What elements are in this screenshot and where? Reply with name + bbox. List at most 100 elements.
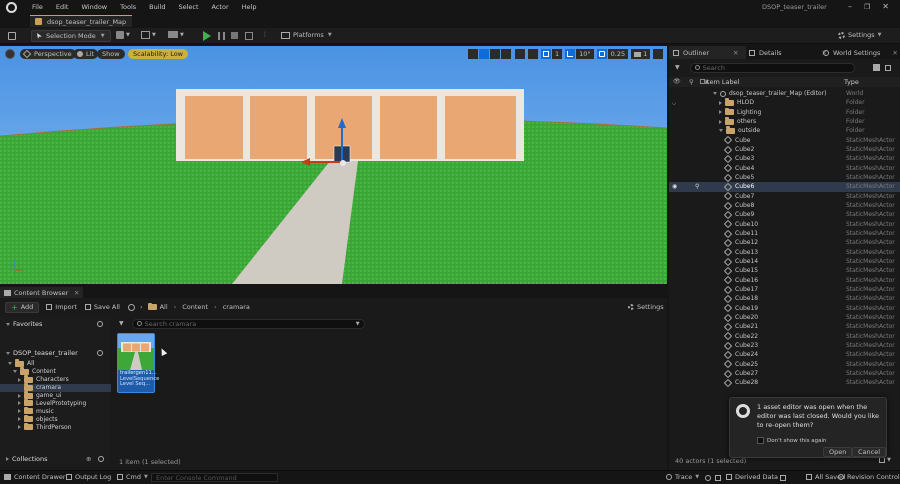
add-collection-icon[interactable]: ⊕ [86, 455, 91, 463]
favorites-section[interactable]: Favorites [0, 319, 111, 329]
asset-search-input[interactable]: Search cramara ▼ [131, 318, 365, 329]
outliner-row[interactable]: Cube17 StaticMeshActor [669, 285, 900, 294]
collections-section[interactable]: Collections ⊕ [0, 453, 111, 464]
maximize-icon[interactable]: ❐ [864, 3, 870, 11]
add-folder-icon[interactable] [872, 64, 880, 71]
record-icon[interactable] [705, 475, 711, 481]
outliner-row[interactable]: Cube28 StaticMeshActor [669, 378, 900, 388]
chevron-down-icon[interactable]: ▼ [356, 321, 360, 327]
menu-item-select[interactable]: Select [178, 3, 198, 11]
menu-item-help[interactable]: Help [242, 3, 257, 11]
cmd-dropdown[interactable]: Cmd ▼ [117, 473, 148, 481]
folder-tree-item[interactable]: music [0, 406, 111, 415]
visibility-toggle-icon[interactable]: ◉ [672, 183, 677, 190]
outliner-row[interactable]: Cube15 StaticMeshActor [669, 266, 900, 276]
outliner-row[interactable]: Cube20 StaticMeshActor [669, 313, 900, 322]
play-icon[interactable] [203, 31, 211, 41]
close-window-icon[interactable]: ✕ [882, 2, 889, 11]
add-actor-button[interactable]: ▼ [116, 31, 130, 39]
outliner-row[interactable]: others Folder [669, 117, 900, 126]
outliner-row[interactable]: Cube12 StaticMeshActor [669, 238, 900, 248]
level-tab[interactable]: dsop_teaser_trailer_Map [30, 15, 133, 27]
item-label-header[interactable]: Item Label [705, 78, 739, 86]
scale-tool-icon[interactable] [501, 49, 511, 59]
trace-button[interactable]: Trace ▼ [666, 473, 699, 481]
more-options-icon[interactable]: ⋮ [262, 31, 268, 38]
tab-outliner[interactable]: Outliner ✕ [669, 46, 746, 59]
folder-tree-item[interactable]: LevelPrototyping [0, 398, 111, 407]
tab-content-browser[interactable]: Content Browser ✕ [0, 287, 83, 298]
gizmo-pivot[interactable] [340, 160, 346, 166]
minimize-icon[interactable]: – [848, 2, 852, 11]
stop-icon[interactable] [231, 32, 238, 39]
chevron-down-icon[interactable] [8, 362, 12, 366]
outliner-row[interactable]: Cube9 StaticMeshActor [669, 210, 900, 220]
snapshot-icon[interactable] [715, 475, 721, 481]
breadcrumb-cramara[interactable]: cramara [223, 303, 250, 311]
project-section[interactable]: DSOP_teaser_trailer [0, 348, 111, 358]
chevron-right-icon[interactable] [18, 425, 21, 430]
pin-icon[interactable]: ⚲ [695, 183, 699, 190]
chevron-right-icon[interactable] [18, 377, 21, 382]
filter-icon[interactable]: ▼ [119, 320, 124, 327]
chevron-down-icon[interactable] [719, 129, 723, 133]
search-icon[interactable] [98, 455, 104, 462]
viewport-menu-icon[interactable] [5, 49, 15, 59]
perspective-button[interactable]: Perspective [20, 49, 76, 59]
import-button[interactable]: Import [46, 303, 77, 311]
menu-item-actor[interactable]: Actor [212, 3, 229, 11]
skip-icon[interactable] [218, 32, 225, 40]
show-button[interactable]: Show [97, 49, 125, 59]
menu-item-edit[interactable]: Edit [56, 3, 69, 11]
angle-snap-toggle[interactable] [565, 49, 576, 59]
outliner-row[interactable]: Cube25 StaticMeshActor [669, 359, 900, 369]
type-header[interactable]: Type [844, 78, 859, 86]
outliner-row[interactable]: Cube24 StaticMeshActor [669, 350, 900, 360]
outliner-row[interactable]: Cube11 StaticMeshActor [669, 229, 900, 238]
folder-tree-item[interactable]: Content [0, 367, 111, 376]
output-log-button[interactable]: Output Log [66, 473, 111, 481]
scalability-badge[interactable]: Scalability: Low [128, 49, 188, 59]
outliner-row[interactable]: dsop_teaser_trailer_Map (Editor) World [669, 89, 900, 98]
outliner-row[interactable]: HLOD Folder ◡ [669, 98, 900, 107]
maximize-viewport-icon[interactable] [653, 49, 664, 59]
folder-tree-item[interactable]: game_ui [0, 391, 111, 400]
chevron-right-icon[interactable] [719, 100, 722, 105]
outliner-row[interactable]: Cube13 StaticMeshActor [669, 247, 900, 257]
menu-item-file[interactable]: File [32, 3, 43, 11]
folder-tree-item[interactable]: cramara [0, 383, 111, 392]
outliner-row[interactable]: Cube21 StaticMeshActor [669, 322, 900, 332]
folder-tree-item[interactable]: All [0, 359, 111, 368]
settings-button[interactable]: Settings ▼ [838, 31, 882, 39]
chevron-right-icon[interactable] [18, 401, 21, 406]
unreal-logo-icon[interactable] [6, 2, 17, 13]
outliner-row[interactable]: Cube23 StaticMeshActor [669, 341, 900, 350]
outliner-row[interactable]: outside Folder [669, 126, 900, 135]
outliner-row[interactable]: Cube10 StaticMeshActor [669, 220, 900, 229]
cinematics-button[interactable]: ▼ [168, 31, 184, 38]
filter-icon[interactable]: ▼ [675, 64, 680, 71]
outliner-row[interactable]: Cube7 StaticMeshActor [669, 192, 900, 201]
outliner-settings-icon[interactable] [884, 64, 891, 71]
folder-tree-item[interactable]: objects [0, 414, 111, 423]
camera-speed-button[interactable]: 1 [631, 49, 651, 59]
outliner-row[interactable]: Lighting Folder [669, 107, 900, 117]
outliner-row[interactable]: Cube2 StaticMeshActor [669, 145, 900, 154]
close-tab-icon[interactable]: ✕ [74, 289, 79, 297]
lit-button[interactable]: Lit [73, 49, 98, 59]
outliner-row[interactable]: Cube8 StaticMeshActor [669, 201, 900, 210]
visibility-toggle-icon[interactable]: ◡ [672, 100, 676, 106]
chevron-right-icon[interactable] [18, 393, 21, 398]
search-icon[interactable] [97, 321, 103, 327]
save-icon[interactable] [8, 32, 16, 40]
outliner-row[interactable]: ◉ ⚲ Cube6 StaticMeshActor [669, 182, 900, 192]
cancel-button[interactable]: Cancel [852, 447, 887, 457]
derived-data-button[interactable]: Derived Data [726, 473, 778, 481]
chevron-right-icon[interactable] [18, 417, 21, 422]
content-browser-settings-button[interactable]: Settings [628, 303, 664, 311]
chevron-right-icon[interactable] [719, 110, 722, 115]
outliner-row[interactable]: Cube18 StaticMeshActor [669, 294, 900, 304]
chevron-down-icon[interactable] [713, 92, 717, 96]
search-icon[interactable] [97, 350, 103, 356]
outliner-row[interactable]: Cube4 StaticMeshActor [669, 164, 900, 173]
